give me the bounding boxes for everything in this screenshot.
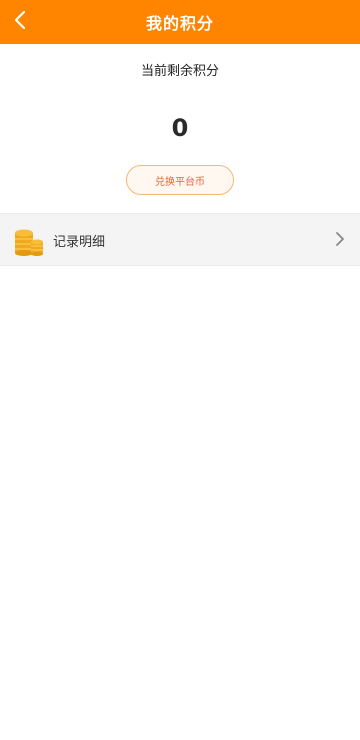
top-bar: 我的积分 xyxy=(0,0,360,44)
page-title: 我的积分 xyxy=(145,14,214,33)
record-details-row[interactable]: 记录明细 xyxy=(0,213,360,266)
balance-label: 当前剩余积分 xyxy=(140,64,219,79)
record-details-label: 记录明细 xyxy=(53,235,106,250)
back-button[interactable] xyxy=(8,6,32,34)
exchange-button-label: 兑换平台币 xyxy=(155,176,205,188)
chevron-right-icon xyxy=(336,232,344,246)
coins-icon xyxy=(15,229,43,256)
balance-value: 0 xyxy=(171,114,189,142)
exchange-platform-coin-button[interactable]: 兑换平台币 xyxy=(126,165,234,195)
back-arrow-icon xyxy=(14,10,26,30)
